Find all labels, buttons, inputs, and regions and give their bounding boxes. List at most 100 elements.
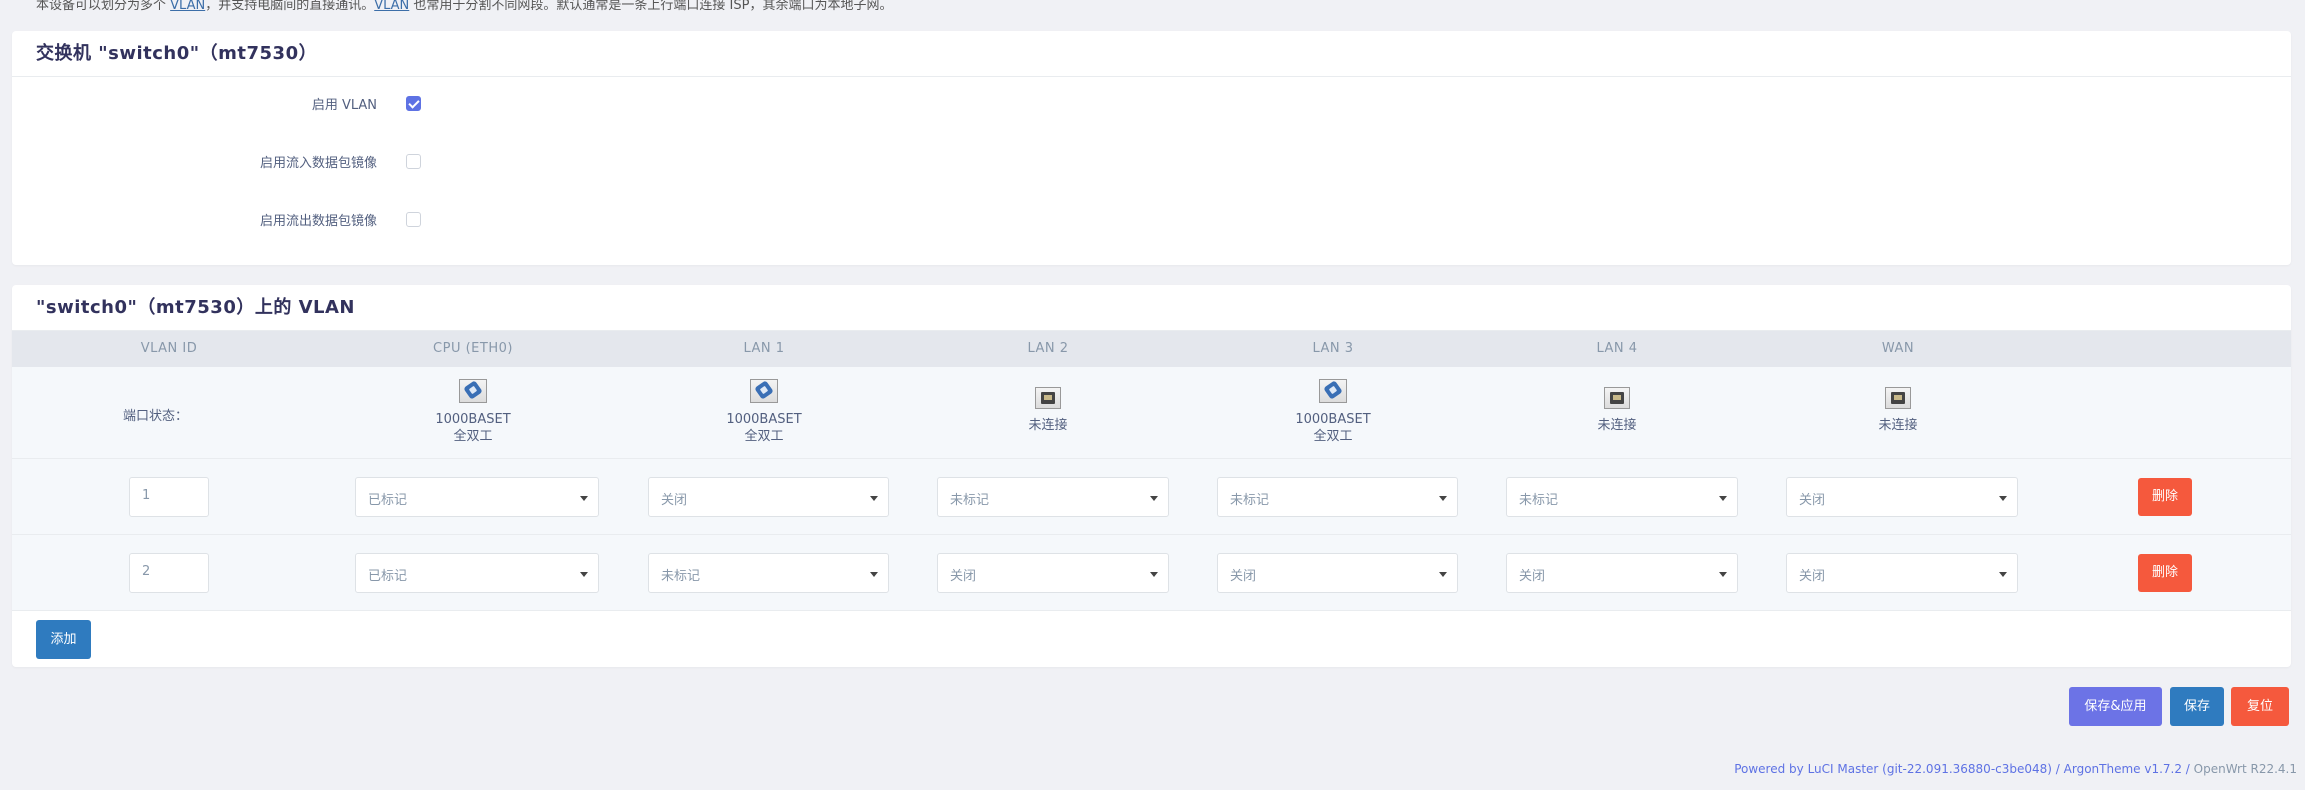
vlan-card: "switch0"（mt7530）上的 VLAN VLAN ID CPU (ET… xyxy=(12,285,2291,667)
intro-text-a: 本设备可以划分为多个 xyxy=(36,0,171,13)
lan4-select[interactable]: 关闭 xyxy=(1506,553,1738,593)
wan-select[interactable]: 关闭 xyxy=(1786,477,2018,517)
argon-theme-link[interactable]: ArgonTheme v1.7.2 xyxy=(2064,762,2182,776)
col-vlan-id: VLAN ID xyxy=(140,341,198,356)
chevron-down-icon xyxy=(580,572,588,577)
powered-by-footer: Powered by LuCI Master (git-22.091.36880… xyxy=(1734,762,2297,776)
col-lan1: LAN 1 xyxy=(743,341,785,356)
col-lan3: LAN 3 xyxy=(1312,341,1354,356)
vlan-row: 1 已标记 关闭 未标记 未标记 未标记 关闭 删除 xyxy=(12,459,2291,535)
port-status-label: 端口状态： xyxy=(123,409,189,424)
port-speed: 1000BASET xyxy=(1295,412,1371,427)
vlan-row: 2 已标记 未标记 关闭 关闭 关闭 关闭 删除 xyxy=(12,535,2291,611)
egress-mirror-checkbox[interactable] xyxy=(406,212,421,227)
select-value: 未标记 xyxy=(1230,493,1270,508)
port-duplex: 未连接 xyxy=(1878,418,1918,433)
port-status-lan4: 未连接 xyxy=(1562,379,1672,434)
ethernet-disconnected-icon xyxy=(1035,387,1061,409)
ingress-mirror-checkbox[interactable] xyxy=(406,154,421,169)
select-value: 未标记 xyxy=(950,493,990,508)
chevron-down-icon xyxy=(580,496,588,501)
ethernet-connected-icon xyxy=(750,379,778,403)
delete-button[interactable]: 删除 xyxy=(2138,554,2192,592)
footer-separator: / xyxy=(2051,762,2064,776)
switch-card-title: 交换机 "switch0"（mt7530） xyxy=(12,31,2291,77)
option-enable-vlan: 启用 VLAN xyxy=(12,91,2291,115)
lan4-select[interactable]: 未标记 xyxy=(1506,477,1738,517)
chevron-down-icon xyxy=(1719,572,1727,577)
lan1-select[interactable]: 关闭 xyxy=(648,477,889,517)
enable-vlan-checkbox[interactable] xyxy=(406,96,421,111)
intro-text-b: ，并支持电脑间的直接通讯。 xyxy=(205,0,375,13)
port-status-lan1: 1000BASET 全双工 xyxy=(709,379,819,445)
port-duplex: 全双工 xyxy=(1313,429,1353,444)
port-duplex: 全双工 xyxy=(744,429,784,444)
intro-text: 本设备可以划分为多个 VLAN，并支持电脑间的直接通讯。VLAN 也常用于分割不… xyxy=(36,0,892,14)
port-status-cpu: 1000BASET 全双工 xyxy=(418,379,528,445)
port-speed: 1000BASET xyxy=(435,412,511,427)
vlan-link[interactable]: VLAN xyxy=(170,0,205,13)
wan-select[interactable]: 关闭 xyxy=(1786,553,2018,593)
vlan-id-input[interactable]: 1 xyxy=(129,477,209,517)
option-egress-mirror: 启用流出数据包镜像 xyxy=(12,207,2291,231)
port-status-lan2: 未连接 xyxy=(993,379,1103,434)
cpu-select[interactable]: 已标记 xyxy=(355,553,599,593)
select-value: 已标记 xyxy=(368,493,408,508)
col-lan4: LAN 4 xyxy=(1596,341,1638,356)
save-apply-button[interactable]: 保存&应用 xyxy=(2069,687,2162,726)
chevron-down-icon xyxy=(1439,496,1447,501)
save-button[interactable]: 保存 xyxy=(2170,687,2224,726)
select-value: 关闭 xyxy=(1799,569,1826,584)
option-label: 启用流入数据包镜像 xyxy=(259,156,377,171)
ethernet-connected-icon xyxy=(1319,379,1347,403)
vlan-table-header: VLAN ID CPU (ETH0) LAN 1 LAN 2 LAN 3 LAN… xyxy=(12,331,2291,367)
chevron-down-icon xyxy=(1150,496,1158,501)
lan2-select[interactable]: 未标记 xyxy=(937,477,1169,517)
option-label: 启用流出数据包镜像 xyxy=(259,214,377,229)
chevron-down-icon xyxy=(870,572,878,577)
cpu-select[interactable]: 已标记 xyxy=(355,477,599,517)
intro-text-c: 也常用于分割不同网段。默认通常是一条上行端口连接 ISP，其余端口为本地子网。 xyxy=(409,0,893,13)
vlan-id-input[interactable]: 2 xyxy=(129,553,209,593)
port-duplex: 全双工 xyxy=(453,429,493,444)
select-value: 已标记 xyxy=(368,569,408,584)
port-duplex: 未连接 xyxy=(1597,418,1637,433)
port-status-wan: 未连接 xyxy=(1843,379,1953,434)
lan3-select[interactable]: 未标记 xyxy=(1217,477,1458,517)
chevron-down-icon xyxy=(870,496,878,501)
openwrt-version: OpenWrt R22.4.1 xyxy=(2193,762,2297,776)
option-label: 启用 VLAN xyxy=(311,98,377,113)
ethernet-connected-icon xyxy=(459,379,487,403)
col-wan: WAN xyxy=(1881,341,1915,356)
port-speed: 1000BASET xyxy=(726,412,802,427)
chevron-down-icon xyxy=(1439,572,1447,577)
col-cpu: CPU (ETH0) xyxy=(433,341,513,356)
switch-card: 交换机 "switch0"（mt7530） 启用 VLAN 启用流入数据包镜像 … xyxy=(12,31,2291,265)
add-vlan-button[interactable]: 添加 xyxy=(36,620,91,659)
chevron-down-icon xyxy=(1719,496,1727,501)
port-status-row: 端口状态： 1000BASET 全双工 1000BASET 全双工 未连接 10… xyxy=(12,367,2291,459)
lan3-select[interactable]: 关闭 xyxy=(1217,553,1458,593)
chevron-down-icon xyxy=(1999,572,2007,577)
col-lan2: LAN 2 xyxy=(1027,341,1069,356)
luci-link[interactable]: Powered by LuCI Master (git-22.091.36880… xyxy=(1734,762,2052,776)
lan2-select[interactable]: 关闭 xyxy=(937,553,1169,593)
vlan-link-2[interactable]: VLAN xyxy=(374,0,409,13)
delete-button[interactable]: 删除 xyxy=(2138,478,2192,516)
vlan-table: VLAN ID CPU (ETH0) LAN 1 LAN 2 LAN 3 LAN… xyxy=(12,331,2291,611)
chevron-down-icon xyxy=(1150,572,1158,577)
footer-separator: / xyxy=(2181,762,2194,776)
select-value: 关闭 xyxy=(1519,569,1546,584)
select-value: 未标记 xyxy=(661,569,701,584)
select-value: 关闭 xyxy=(661,493,688,508)
lan1-select[interactable]: 未标记 xyxy=(648,553,889,593)
port-duplex: 未连接 xyxy=(1028,418,1068,433)
vlan-card-title: "switch0"（mt7530）上的 VLAN xyxy=(12,285,2291,331)
port-status-lan3: 1000BASET 全双工 xyxy=(1278,379,1388,445)
ethernet-disconnected-icon xyxy=(1885,387,1911,409)
select-value: 关闭 xyxy=(1230,569,1257,584)
reset-button[interactable]: 复位 xyxy=(2231,687,2289,726)
chevron-down-icon xyxy=(1999,496,2007,501)
select-value: 关闭 xyxy=(950,569,977,584)
option-ingress-mirror: 启用流入数据包镜像 xyxy=(12,149,2291,173)
